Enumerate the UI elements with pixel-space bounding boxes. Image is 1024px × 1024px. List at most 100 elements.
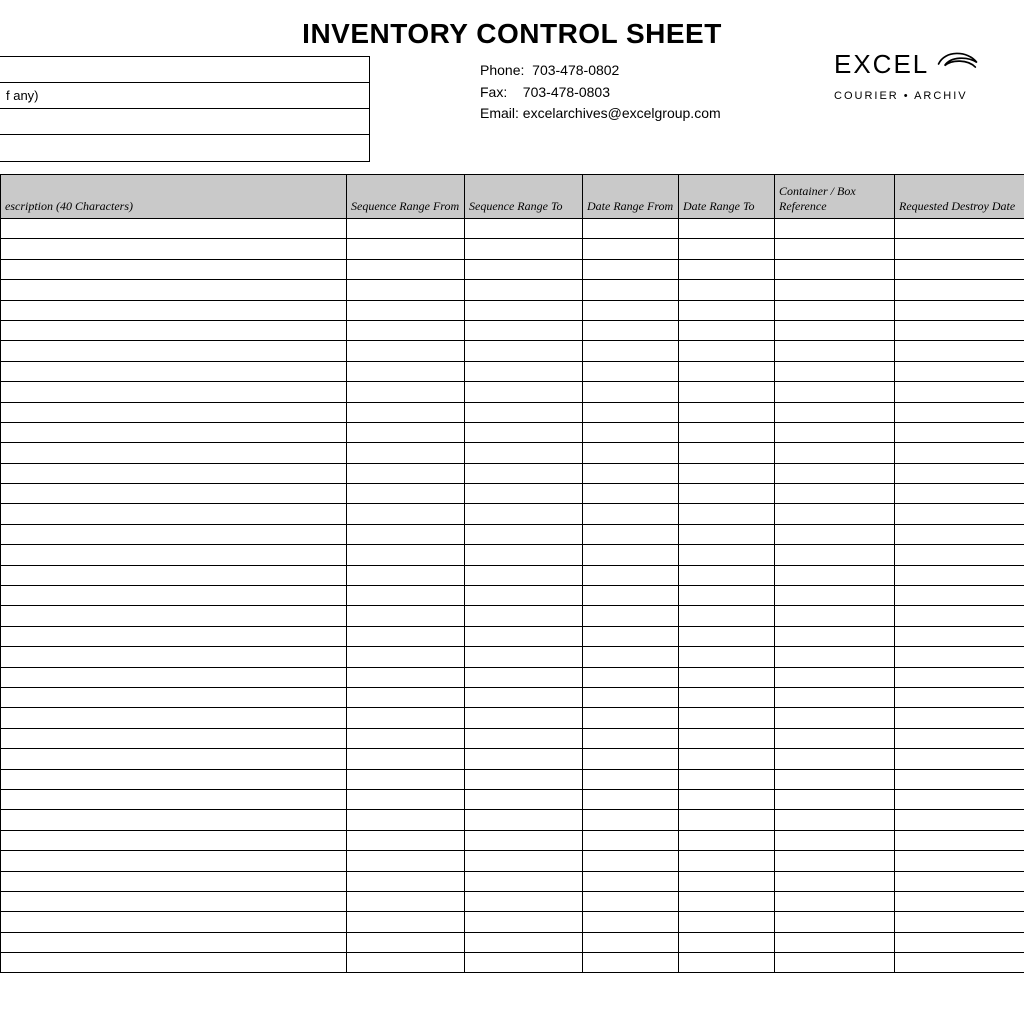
- table-cell[interactable]: [679, 545, 775, 565]
- table-cell[interactable]: [1, 463, 347, 483]
- table-cell[interactable]: [465, 871, 583, 891]
- table-cell[interactable]: [679, 402, 775, 422]
- table-row[interactable]: [1, 565, 1024, 585]
- table-cell[interactable]: [583, 259, 679, 279]
- table-cell[interactable]: [679, 953, 775, 973]
- table-cell[interactable]: [775, 871, 895, 891]
- table-cell[interactable]: [465, 586, 583, 606]
- table-cell[interactable]: [347, 402, 465, 422]
- table-cell[interactable]: [347, 871, 465, 891]
- table-cell[interactable]: [775, 402, 895, 422]
- table-cell[interactable]: [583, 953, 679, 973]
- table-row[interactable]: [1, 728, 1024, 748]
- table-cell[interactable]: [895, 851, 1024, 871]
- table-cell[interactable]: [583, 341, 679, 361]
- table-cell[interactable]: [1, 320, 347, 340]
- table-cell[interactable]: [1, 361, 347, 381]
- table-cell[interactable]: [465, 382, 583, 402]
- table-row[interactable]: [1, 341, 1024, 361]
- table-cell[interactable]: [583, 545, 679, 565]
- table-cell[interactable]: [465, 626, 583, 646]
- table-cell[interactable]: [895, 728, 1024, 748]
- table-row[interactable]: [1, 667, 1024, 687]
- table-cell[interactable]: [347, 891, 465, 911]
- table-cell[interactable]: [347, 728, 465, 748]
- table-cell[interactable]: [347, 789, 465, 809]
- table-cell[interactable]: [583, 789, 679, 809]
- table-row[interactable]: [1, 769, 1024, 789]
- table-cell[interactable]: [895, 565, 1024, 585]
- table-cell[interactable]: [1, 728, 347, 748]
- table-cell[interactable]: [679, 871, 775, 891]
- table-cell[interactable]: [895, 545, 1024, 565]
- table-cell[interactable]: [679, 341, 775, 361]
- table-cell[interactable]: [583, 932, 679, 952]
- table-cell[interactable]: [465, 219, 583, 239]
- table-cell[interactable]: [775, 463, 895, 483]
- table-cell[interactable]: [583, 647, 679, 667]
- table-row[interactable]: [1, 606, 1024, 626]
- table-cell[interactable]: [775, 239, 895, 259]
- table-cell[interactable]: [465, 361, 583, 381]
- table-row[interactable]: [1, 708, 1024, 728]
- table-cell[interactable]: [895, 463, 1024, 483]
- table-cell[interactable]: [465, 728, 583, 748]
- table-cell[interactable]: [775, 606, 895, 626]
- table-cell[interactable]: [1, 810, 347, 830]
- table-cell[interactable]: [1, 871, 347, 891]
- table-cell[interactable]: [895, 708, 1024, 728]
- table-cell[interactable]: [775, 280, 895, 300]
- table-cell[interactable]: [347, 708, 465, 728]
- table-cell[interactable]: [465, 932, 583, 952]
- table-row[interactable]: [1, 402, 1024, 422]
- table-cell[interactable]: [347, 545, 465, 565]
- table-cell[interactable]: [1, 830, 347, 850]
- table-cell[interactable]: [583, 443, 679, 463]
- table-cell[interactable]: [583, 586, 679, 606]
- table-cell[interactable]: [583, 524, 679, 544]
- table-cell[interactable]: [775, 728, 895, 748]
- table-cell[interactable]: [583, 749, 679, 769]
- table-cell[interactable]: [347, 586, 465, 606]
- table-cell[interactable]: [895, 687, 1024, 707]
- table-row[interactable]: [1, 443, 1024, 463]
- table-cell[interactable]: [465, 687, 583, 707]
- table-cell[interactable]: [775, 524, 895, 544]
- table-cell[interactable]: [679, 749, 775, 769]
- table-cell[interactable]: [583, 219, 679, 239]
- table-cell[interactable]: [465, 891, 583, 911]
- table-cell[interactable]: [583, 830, 679, 850]
- table-cell[interactable]: [1, 851, 347, 871]
- table-cell[interactable]: [679, 647, 775, 667]
- table-cell[interactable]: [1, 606, 347, 626]
- table-cell[interactable]: [583, 606, 679, 626]
- table-cell[interactable]: [465, 708, 583, 728]
- table-cell[interactable]: [895, 300, 1024, 320]
- table-cell[interactable]: [679, 728, 775, 748]
- table-cell[interactable]: [895, 626, 1024, 646]
- table-cell[interactable]: [1, 422, 347, 442]
- table-cell[interactable]: [775, 422, 895, 442]
- table-cell[interactable]: [465, 422, 583, 442]
- table-cell[interactable]: [895, 749, 1024, 769]
- table-cell[interactable]: [679, 320, 775, 340]
- table-cell[interactable]: [895, 891, 1024, 911]
- table-cell[interactable]: [347, 912, 465, 932]
- table-cell[interactable]: [347, 647, 465, 667]
- table-row[interactable]: [1, 320, 1024, 340]
- table-row[interactable]: [1, 280, 1024, 300]
- table-cell[interactable]: [679, 239, 775, 259]
- table-row[interactable]: [1, 463, 1024, 483]
- table-cell[interactable]: [775, 789, 895, 809]
- table-cell[interactable]: [679, 382, 775, 402]
- info-row-2[interactable]: f any): [0, 83, 369, 109]
- table-cell[interactable]: [465, 484, 583, 504]
- table-cell[interactable]: [775, 891, 895, 911]
- table-cell[interactable]: [775, 687, 895, 707]
- table-cell[interactable]: [775, 626, 895, 646]
- table-cell[interactable]: [679, 524, 775, 544]
- table-cell[interactable]: [1, 953, 347, 973]
- table-cell[interactable]: [583, 484, 679, 504]
- table-row[interactable]: [1, 851, 1024, 871]
- table-row[interactable]: [1, 891, 1024, 911]
